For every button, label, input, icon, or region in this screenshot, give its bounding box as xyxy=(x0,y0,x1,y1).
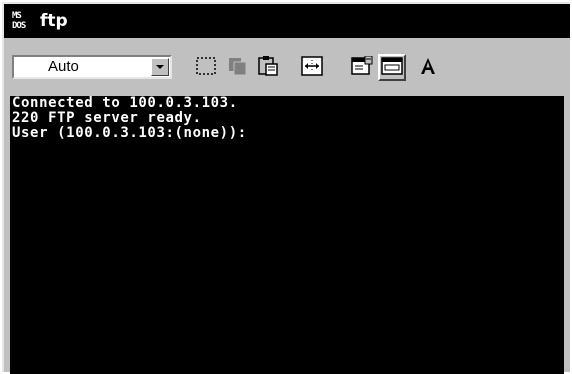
icon-text-dos: DOS xyxy=(12,21,26,31)
chevron-down-icon[interactable] xyxy=(151,58,169,76)
window-title: ftp xyxy=(40,11,68,31)
paste-button[interactable] xyxy=(254,54,282,81)
properties-button[interactable] xyxy=(348,54,376,81)
font-icon xyxy=(417,56,439,80)
properties-icon xyxy=(351,55,373,80)
title-bar[interactable]: MS DOS ftp xyxy=(4,4,570,38)
background-icon xyxy=(381,56,403,80)
console-output[interactable]: Connected to 100.0.3.103. 220 FTP server… xyxy=(10,96,564,374)
font-size-select[interactable]: Auto xyxy=(12,55,172,79)
fullscreen-button[interactable] xyxy=(298,54,326,81)
icon-text-ms: MS xyxy=(12,11,22,21)
toolbar: Auto xyxy=(4,38,570,96)
ms-dos-icon[interactable]: MS DOS xyxy=(12,9,36,33)
paste-icon xyxy=(257,55,279,81)
dos-window: MS DOS ftp Auto Connected to 100.0.3.103… xyxy=(2,2,570,374)
console-line: User (100.0.3.103:(none)): xyxy=(12,125,247,141)
fullscreen-icon xyxy=(301,55,323,80)
font-size-value: Auto xyxy=(48,58,79,75)
background-button[interactable] xyxy=(378,54,406,81)
mark-icon xyxy=(195,56,217,80)
copy-button[interactable] xyxy=(224,54,252,81)
console-line: 220 FTP server ready. xyxy=(12,110,202,126)
copy-icon xyxy=(227,56,249,80)
mark-button[interactable] xyxy=(192,54,220,81)
font-button[interactable] xyxy=(414,54,442,81)
console-line: Connected to 100.0.3.103. xyxy=(12,95,238,111)
